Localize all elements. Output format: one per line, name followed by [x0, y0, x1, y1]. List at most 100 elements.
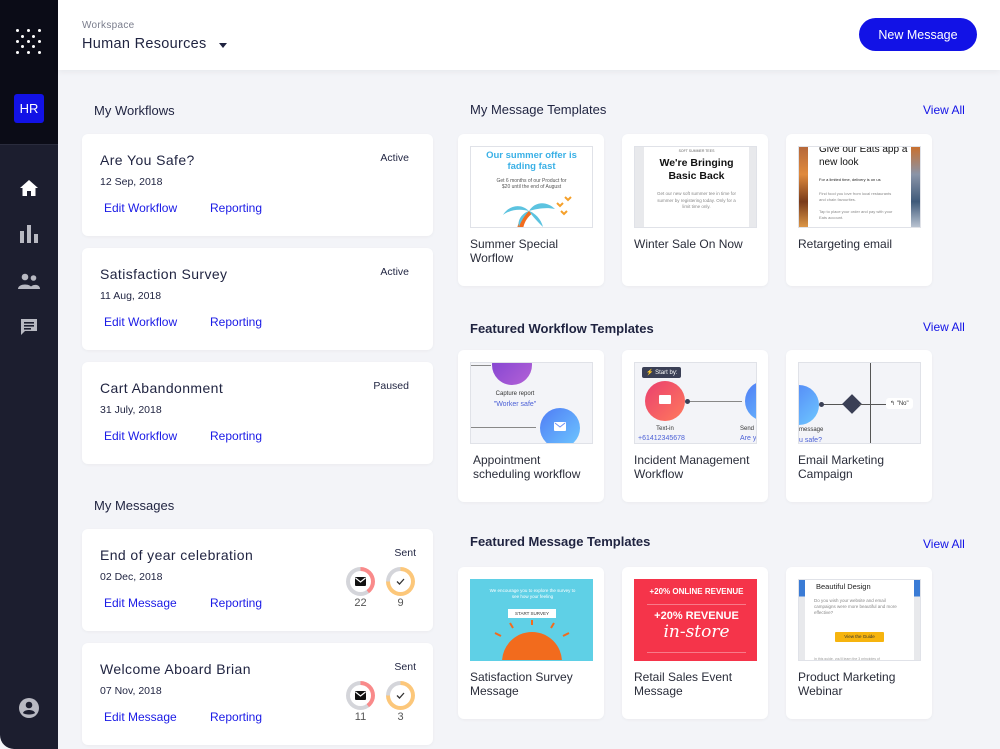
- workflow-status: Active: [380, 152, 409, 164]
- message-date: 07 Nov, 2018: [100, 685, 162, 697]
- reporting-link[interactable]: Reporting: [210, 429, 262, 443]
- template-thumbnail: Give our Eats app a new look For a limit…: [798, 146, 921, 228]
- thumb-step-label: Send: [740, 426, 755, 432]
- template-thumbnail: +20% ONLINE REVENUE +20% REVENUE in-stor…: [634, 579, 757, 661]
- account-circle-icon[interactable]: [17, 696, 41, 720]
- workflow-card: Are You Safe? 12 Sep, 2018 Active Edit W…: [82, 134, 433, 236]
- report-step-node: [492, 363, 532, 385]
- thumb-kicker: SOFT SUMMER TEES: [678, 149, 715, 153]
- workspace-badge[interactable]: HR: [14, 94, 44, 123]
- thumb-body: Tap to place your order and pay with you…: [819, 209, 893, 220]
- workflow-title: Cart Abandonment: [100, 380, 224, 396]
- start-by-badge: ⚡ Start by:: [642, 367, 682, 378]
- workflow-date: 11 Aug, 2018: [100, 290, 162, 302]
- template-card[interactable]: Our summer offer is fading fast Get 6 mo…: [458, 134, 604, 286]
- template-card[interactable]: +20% ONLINE REVENUE +20% REVENUE in-stor…: [622, 567, 768, 719]
- view-all-workflow-templates-link[interactable]: View All: [923, 320, 965, 334]
- edit-message-link[interactable]: Edit Message: [104, 710, 177, 724]
- template-thumbnail: SOFT SUMMER TEES We're Bringing Basic Ba…: [634, 146, 757, 228]
- thumb-step-value: "Worker safe": [493, 401, 537, 408]
- template-thumbnail: ↰ "No" message u safe?: [798, 362, 921, 444]
- caret-down-icon: [218, 42, 227, 48]
- template-thumbnail: Capture report "Worker safe": [470, 362, 593, 444]
- thumb-subheading: For a limited time, delivery is on us: [819, 177, 881, 182]
- thumb-line: in-store: [663, 622, 730, 642]
- workflow-date: 12 Sep, 2018: [100, 176, 163, 188]
- reporting-link[interactable]: Reporting: [210, 596, 262, 610]
- chat-icon[interactable]: [17, 315, 41, 339]
- sidebar: HR: [0, 0, 58, 749]
- thumb-body: Do you wish your website and email campa…: [814, 598, 897, 615]
- thumb-heading: Beautiful Design: [816, 582, 871, 591]
- thumb-step-label: Text-in: [656, 426, 674, 432]
- sent-count: 11: [354, 711, 367, 723]
- dot-grid-logo-icon[interactable]: [16, 29, 42, 55]
- reporting-link[interactable]: Reporting: [210, 201, 262, 215]
- template-label: Retail Sales Event Message: [634, 670, 733, 698]
- reporting-link[interactable]: Reporting: [210, 710, 262, 724]
- template-label: Email Marketing Campaign: [798, 453, 885, 481]
- template-label: Retargeting email: [798, 237, 893, 251]
- read-progress-ring: [386, 681, 415, 710]
- template-card[interactable]: ↰ "No" message u safe? Email Marketing C…: [786, 350, 932, 502]
- reporting-link[interactable]: Reporting: [210, 315, 262, 329]
- message-title: End of year celebration: [100, 547, 254, 563]
- sidebar-header: HR: [0, 0, 58, 145]
- template-card[interactable]: Beautiful Design Do you wish your websit…: [786, 567, 932, 719]
- edit-workflow-link[interactable]: Edit Workflow: [104, 201, 177, 215]
- template-thumbnail: Beautiful Design Do you wish your websit…: [798, 579, 921, 661]
- thumb-line: +20% ONLINE REVENUE: [649, 587, 744, 596]
- message-icon: [659, 395, 671, 404]
- message-status: Sent: [394, 661, 416, 673]
- template-card[interactable]: We encourage you to explore the survey t…: [458, 567, 604, 719]
- message-date: 02 Dec, 2018: [100, 571, 163, 583]
- thumb-body: Get our new soft summer tee in time for …: [656, 191, 737, 209]
- workflow-title: Are You Safe?: [100, 152, 195, 168]
- thumb-footer: In this guide, you'll learn the 3 princi…: [814, 657, 880, 661]
- template-card[interactable]: Give our Eats app a new look For a limit…: [786, 134, 932, 286]
- new-message-button[interactable]: New Message: [859, 18, 977, 51]
- message-templates-title: My Message Templates: [470, 102, 607, 117]
- thumb-body: Get 6 months of our Product for $20 unti…: [496, 178, 567, 190]
- envelope-icon: [355, 691, 366, 700]
- template-label: Winter Sale On Now: [634, 237, 743, 251]
- envelope-icon: [355, 577, 366, 586]
- sent-progress-ring: [346, 567, 375, 596]
- view-all-featured-messages-link[interactable]: View All: [923, 537, 965, 551]
- people-icon[interactable]: [17, 269, 41, 293]
- thumb-body: We encourage you to explore the survey t…: [489, 588, 576, 599]
- read-count: 3: [397, 711, 404, 723]
- thumb-button: View the Guide: [835, 632, 884, 642]
- thumb-step-value: +61412345678: [638, 435, 685, 442]
- home-icon[interactable]: [17, 176, 41, 200]
- template-label: Satisfaction Survey Message: [470, 670, 573, 698]
- edit-workflow-link[interactable]: Edit Workflow: [104, 315, 177, 329]
- view-all-message-templates-link[interactable]: View All: [923, 103, 965, 117]
- workflow-card: Cart Abandonment 31 July, 2018 Paused Ed…: [82, 362, 433, 464]
- template-card[interactable]: ⚡ Start by: Text-in +61412345678 Send Ar…: [622, 350, 768, 502]
- bar-chart-icon[interactable]: [17, 222, 41, 246]
- template-card[interactable]: SOFT SUMMER TEES We're Bringing Basic Ba…: [622, 134, 768, 286]
- sun-rays: [494, 620, 570, 637]
- workspace-selector[interactable]: Human Resources: [82, 36, 227, 52]
- workflow-card: Satisfaction Survey 11 Aug, 2018 Active …: [82, 248, 433, 350]
- read-progress-ring: [386, 567, 415, 596]
- workspace-label: Workspace: [82, 20, 135, 31]
- message-title: Welcome Aboard Brian: [100, 661, 251, 677]
- template-thumbnail: Our summer offer is fading fast Get 6 mo…: [470, 146, 593, 228]
- template-card[interactable]: Capture report "Worker safe" Appointment…: [458, 350, 604, 502]
- thumb-step-value: Are y: [740, 435, 757, 442]
- edit-message-link[interactable]: Edit Message: [104, 596, 177, 610]
- read-count: 9: [397, 597, 404, 609]
- thumb-heading: Give our Eats app a new look: [819, 146, 908, 168]
- thumb-heading: Our summer offer is fading fast: [486, 150, 577, 172]
- workflow-title: Satisfaction Survey: [100, 266, 228, 282]
- edit-workflow-link[interactable]: Edit Workflow: [104, 429, 177, 443]
- workflow-status: Active: [380, 266, 409, 278]
- thumb-step-label: message: [799, 427, 824, 433]
- checkmark-icon: [396, 692, 405, 699]
- branch-label: ↰ "No": [886, 398, 913, 409]
- palm-tree-illustration: [503, 196, 572, 227]
- thumb-line: +20% REVENUE: [654, 610, 739, 622]
- template-thumbnail: We encourage you to explore the survey t…: [470, 579, 593, 661]
